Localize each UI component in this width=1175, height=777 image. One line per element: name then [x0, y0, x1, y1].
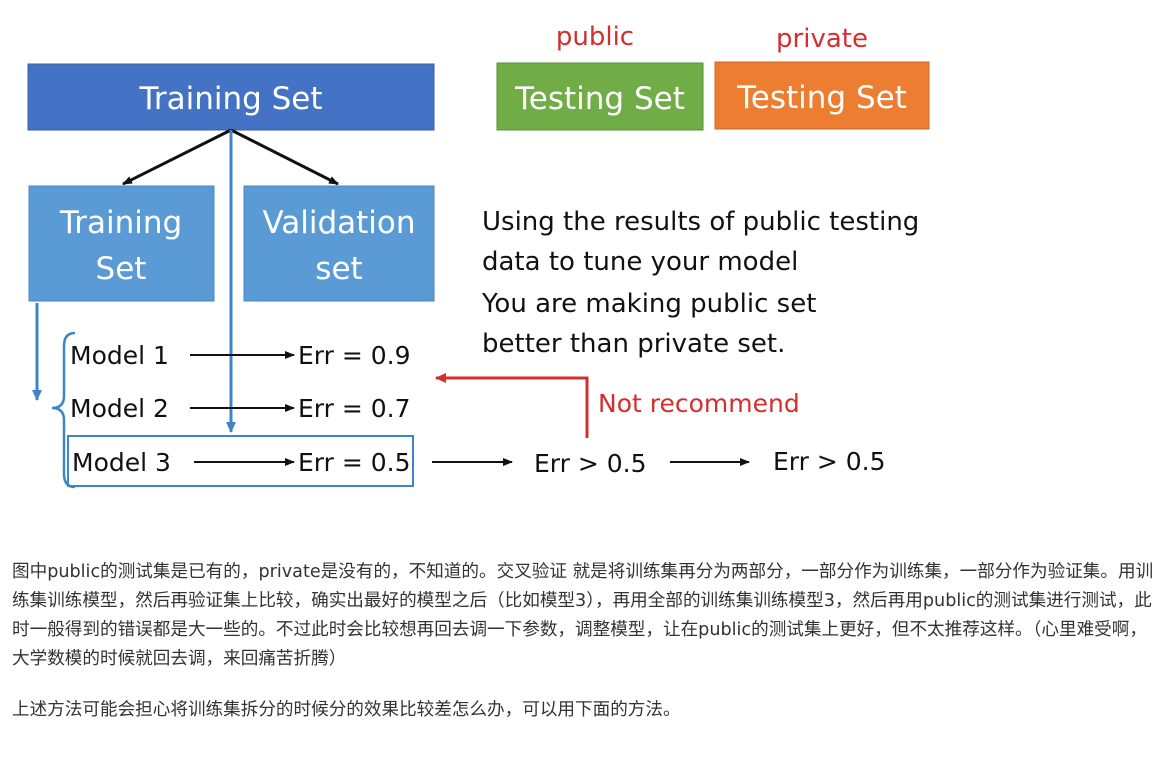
validation-text-line1: Validation	[262, 205, 415, 241]
note-line-2: data to tune your model	[482, 247, 798, 277]
note-line-4: better than private set.	[482, 329, 785, 359]
public-testing-set-text: Testing Set	[514, 81, 685, 117]
caption: 图中public的测试集是已有的，private是没有的，不知道的。交叉验证 就…	[12, 558, 1162, 747]
model-1-error: Err = 0.9	[298, 341, 411, 370]
cross-validation-diagram: public private Training Set Testing Set …	[27, 22, 930, 489]
split-arrow-right	[230, 128, 339, 186]
sub-training-text-line2: Set	[96, 251, 147, 287]
private-test-error: Err > 0.5	[773, 447, 886, 476]
validation-text-line2: set	[315, 251, 362, 287]
not-recommend-label: Not recommend	[598, 389, 800, 418]
note-line-1: Using the results of public testing	[482, 207, 919, 237]
caption-paragraph-2: 上述方法可能会担心将训练集拆分的时候分的效果比较差怎么办，可以用下面的方法。	[12, 700, 681, 720]
model-2-label: Model 2	[70, 394, 169, 423]
model-3-label: Model 3	[72, 448, 171, 477]
private-label: private	[776, 24, 868, 54]
split-arrow-left	[122, 128, 232, 186]
sub-training-text-line1: Training	[59, 205, 182, 241]
training-set-text: Training Set	[138, 81, 322, 117]
model-3-error: Err = 0.5	[298, 448, 411, 477]
private-testing-set-text: Testing Set	[736, 80, 907, 116]
model-2-error: Err = 0.7	[298, 394, 411, 423]
public-test-error: Err > 0.5	[534, 449, 647, 478]
note-line-3: You are making public set	[481, 289, 816, 319]
not-recommend-arrow	[435, 373, 589, 438]
caption-paragraph-1: 图中public的测试集是已有的，private是没有的，不知道的。交叉验证 就…	[12, 562, 1154, 669]
model-1-label: Model 1	[70, 341, 169, 370]
public-label: public	[556, 22, 634, 52]
